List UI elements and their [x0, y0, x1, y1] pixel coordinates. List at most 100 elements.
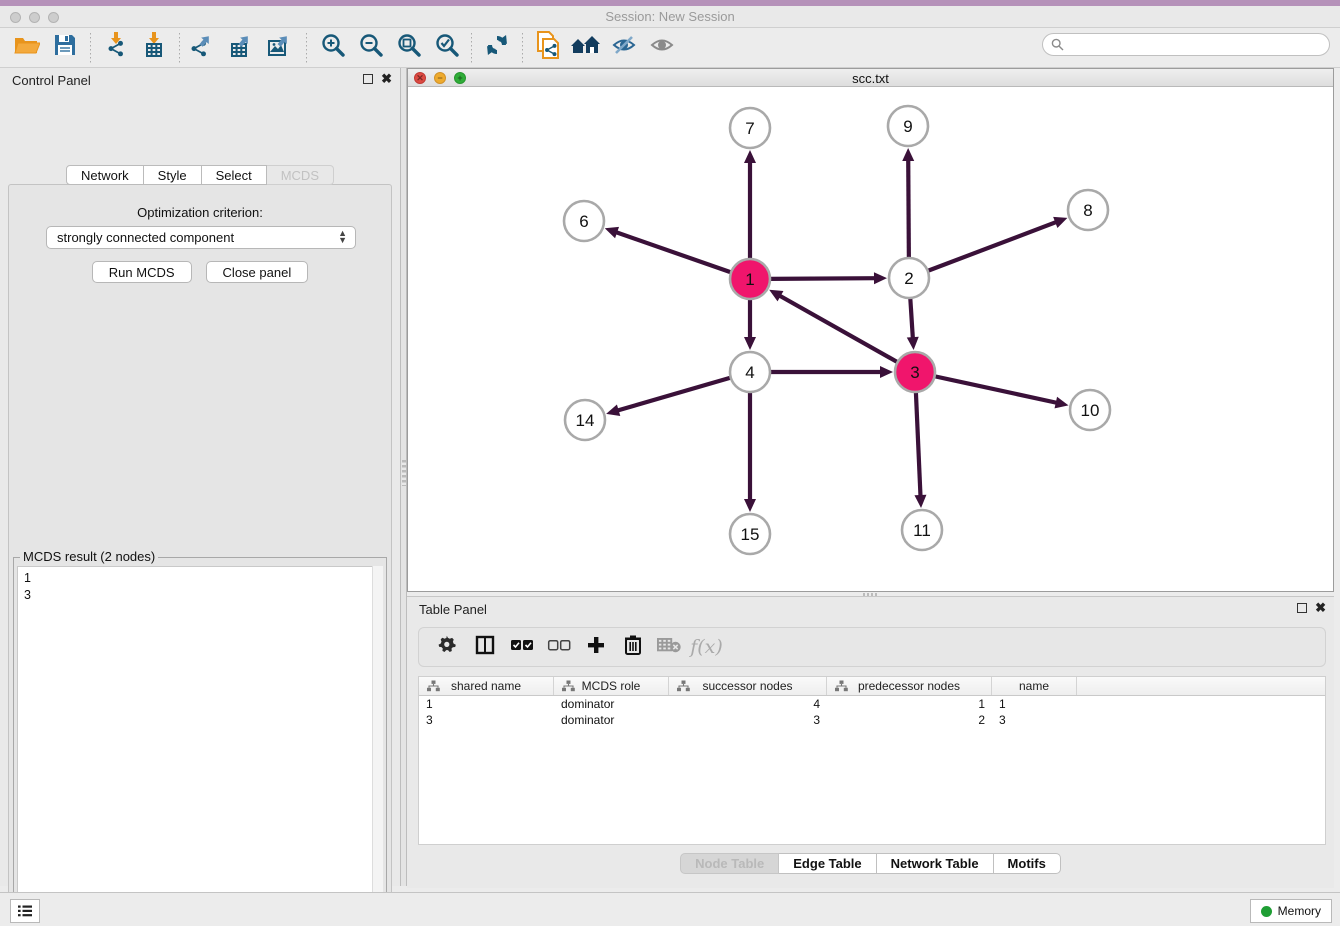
float-table-panel-icon[interactable]	[1297, 603, 1307, 613]
column-header-successor-nodes[interactable]: successor nodes	[669, 677, 827, 695]
memory-status-icon	[1261, 906, 1272, 917]
apply-layout-button[interactable]	[478, 31, 516, 65]
search-icon	[1051, 38, 1064, 51]
edge-2-8[interactable]	[928, 222, 1057, 271]
edge-1-6[interactable]	[615, 232, 731, 273]
delete-table-icon	[657, 637, 682, 658]
export-network-button[interactable]	[186, 31, 224, 65]
column-header-name[interactable]: name	[992, 677, 1077, 695]
network-window-titlebar[interactable]: ✕ − + scc.txt	[408, 69, 1333, 87]
vertical-splitter[interactable]	[400, 68, 407, 886]
add-column-button[interactable]	[577, 631, 614, 663]
select-all-button[interactable]	[503, 631, 540, 663]
tab-network[interactable]: Network	[66, 165, 144, 185]
table-tabs: Node TableEdge TableNetwork TableMotifs	[407, 853, 1334, 874]
delete-table-button[interactable]	[651, 631, 688, 663]
control-panel-title: Control Panel	[12, 73, 91, 88]
criterion-value: strongly connected component	[57, 230, 234, 245]
edge-3-11[interactable]	[916, 392, 921, 497]
network-canvas[interactable]: 7968124314101511	[408, 87, 1333, 591]
import-table-button[interactable]	[135, 31, 173, 65]
run-mcds-button[interactable]: Run MCDS	[92, 261, 192, 283]
cell-shared-name: 1	[419, 697, 554, 711]
criterion-select[interactable]: strongly connected component ▲▼	[46, 226, 356, 249]
tab-motifs[interactable]: Motifs	[994, 853, 1061, 874]
node-label-7: 7	[745, 119, 754, 138]
table-settings-button[interactable]	[429, 631, 466, 663]
select-arrows-icon: ▲▼	[338, 230, 347, 244]
column-header-MCDS-role[interactable]: MCDS role	[554, 677, 669, 695]
edge-arrow-2-8	[1053, 217, 1067, 228]
node-table: shared nameMCDS rolesuccessor nodes prede…	[418, 676, 1326, 845]
import-table-icon	[141, 32, 167, 63]
mcds-result-legend: MCDS result (2 nodes)	[20, 549, 158, 564]
splitter-grip[interactable]	[402, 460, 406, 486]
edge-1-2[interactable]	[770, 278, 876, 279]
tab-mcds[interactable]: MCDS	[267, 165, 334, 185]
tab-style[interactable]: Style	[144, 165, 202, 185]
export-table-button[interactable]	[224, 31, 262, 65]
zoom-fit-button[interactable]	[389, 31, 427, 65]
export-image-button[interactable]	[262, 31, 300, 65]
show-columns-button[interactable]	[466, 631, 503, 663]
mcds-panel: Optimization criterion: strongly connect…	[8, 184, 392, 926]
zoom-in-icon	[320, 33, 345, 62]
cell-MCDS-role: dominator	[554, 713, 669, 727]
delete-column-button[interactable]	[614, 631, 651, 663]
import-network-icon	[103, 32, 129, 63]
function-builder-button[interactable]: f(x)	[688, 631, 725, 663]
import-network-button[interactable]	[97, 31, 135, 65]
export-network-icon	[191, 32, 219, 63]
zoom-out-button[interactable]	[351, 31, 389, 65]
node-label-4: 4	[745, 363, 754, 382]
mcds-result-text[interactable]: 1 3	[17, 566, 383, 926]
float-panel-icon[interactable]	[363, 74, 373, 84]
hide-selected-button[interactable]	[605, 31, 643, 65]
edge-3-10[interactable]	[935, 376, 1058, 403]
table-row[interactable]: 3dominator323	[419, 712, 1325, 728]
mcds-result-box: MCDS result (2 nodes) 1 3	[13, 557, 387, 926]
search-input[interactable]	[1069, 38, 1329, 52]
tab-select[interactable]: Select	[202, 165, 267, 185]
close-panel-button[interactable]: Close panel	[206, 261, 309, 283]
tab-network-table[interactable]: Network Table	[877, 853, 994, 874]
control-panel-tabs: NetworkStyleSelectMCDS	[0, 165, 400, 185]
cell-name: 3	[992, 713, 1077, 727]
zoom-in-button[interactable]	[313, 31, 351, 65]
column-label: predecessor nodes	[858, 679, 960, 693]
network-window-title: scc.txt	[408, 71, 1333, 86]
search-field[interactable]	[1042, 33, 1330, 56]
tab-node-table[interactable]: Node Table	[680, 853, 779, 874]
table-body: 1dominator4113dominator323	[419, 696, 1325, 728]
toolbar-separator	[306, 33, 307, 63]
deselect-all-button[interactable]	[540, 631, 577, 663]
close-panel-icon[interactable]: ✖	[381, 74, 392, 84]
first-neighbors-button[interactable]	[567, 31, 605, 65]
optimization-criterion-label: Optimization criterion:	[9, 205, 391, 220]
edge-2-3[interactable]	[910, 298, 913, 339]
edge-2-9[interactable]	[908, 159, 909, 258]
column-header-predecessor-nodes[interactable]: predecessor nodes	[827, 677, 992, 695]
edge-3-1[interactable]	[779, 295, 898, 362]
column-header-shared-name[interactable]: shared name	[419, 677, 554, 695]
delete-column-icon	[624, 634, 642, 660]
tab-edge-table[interactable]: Edge Table	[779, 853, 876, 874]
save-session-button[interactable]	[46, 31, 84, 65]
table-settings-icon	[438, 635, 458, 660]
list-icon	[17, 904, 33, 918]
toolbar-separator	[522, 33, 523, 63]
node-label-1: 1	[745, 270, 754, 289]
zoom-fit-icon	[396, 33, 421, 62]
close-table-panel-icon[interactable]: ✖	[1315, 603, 1326, 613]
window-title: Session: New Session	[0, 9, 1340, 24]
clone-network-button[interactable]	[529, 31, 567, 65]
edge-4-14[interactable]	[617, 378, 731, 411]
memory-button[interactable]: Memory	[1250, 899, 1332, 923]
task-history-button[interactable]	[10, 899, 40, 923]
node-label-6: 6	[579, 212, 588, 231]
result-scrollbar[interactable]	[372, 566, 383, 926]
open-session-button[interactable]	[8, 31, 46, 65]
zoom-selected-button[interactable]	[427, 31, 465, 65]
table-row[interactable]: 1dominator411	[419, 696, 1325, 712]
show-all-button[interactable]	[643, 31, 681, 65]
